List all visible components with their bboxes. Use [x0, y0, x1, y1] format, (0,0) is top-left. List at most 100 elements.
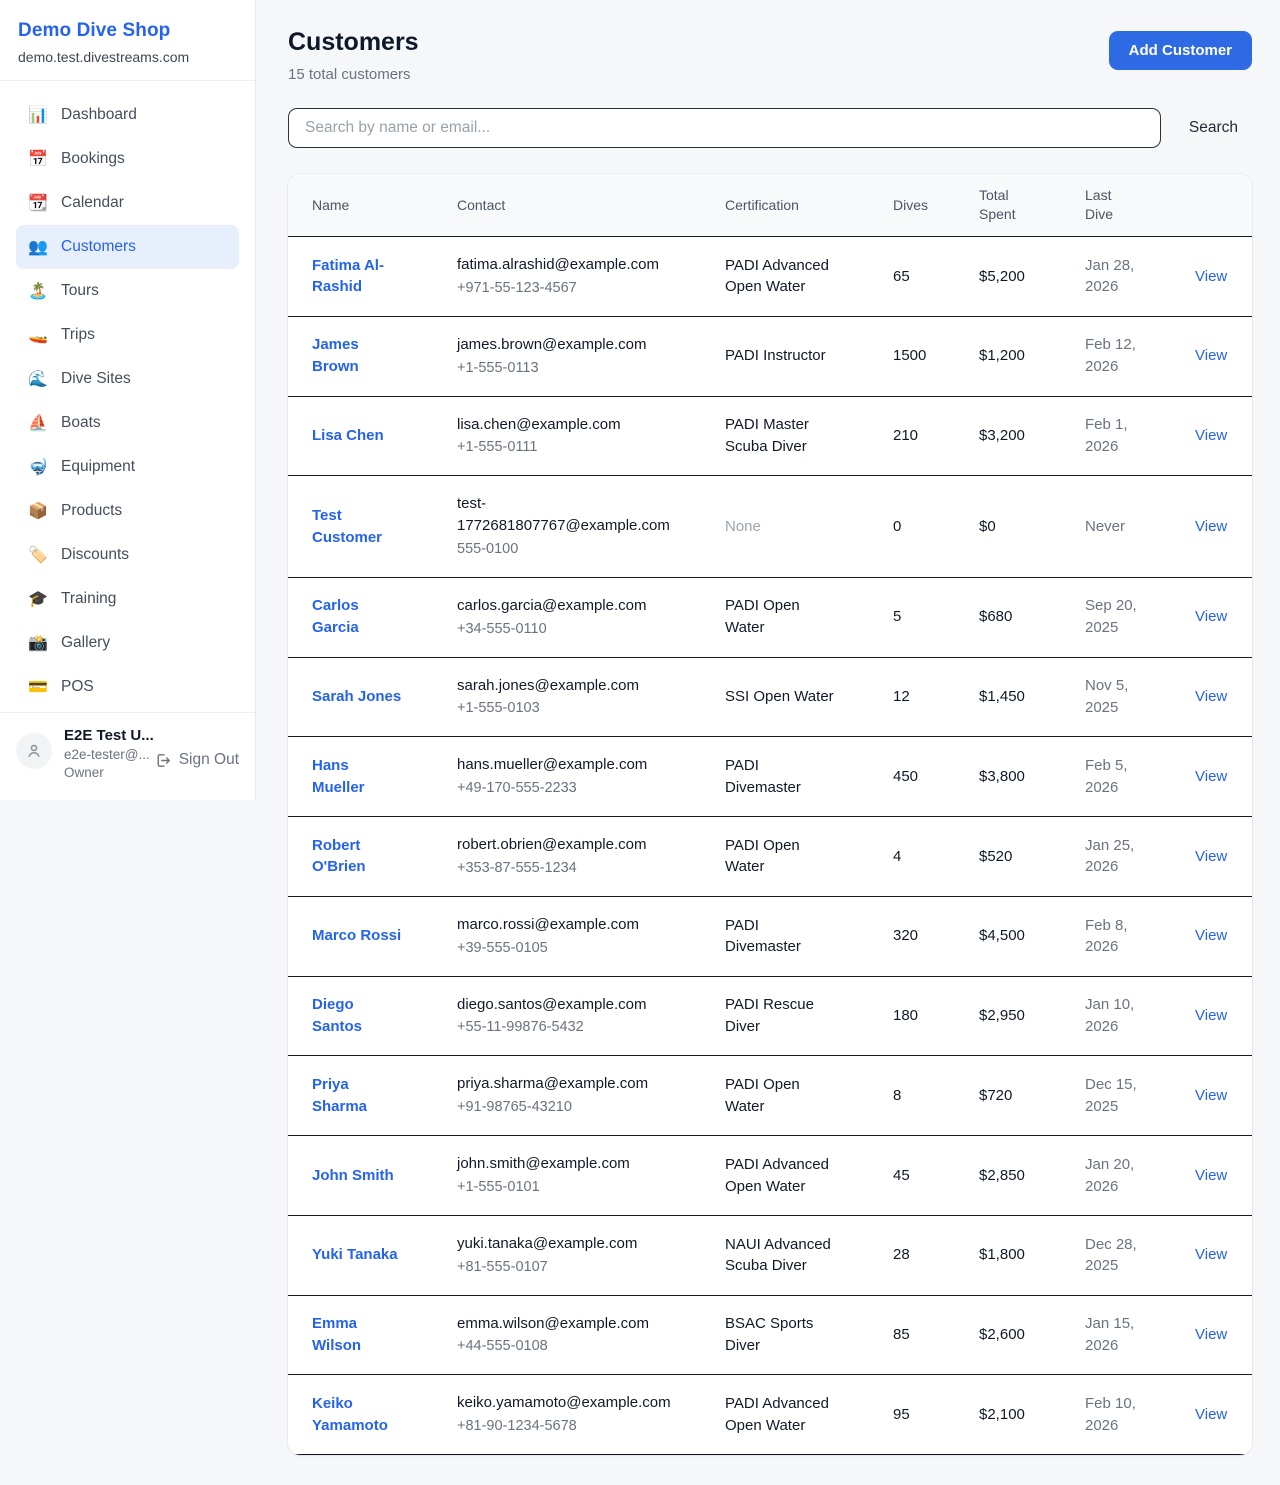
view-link[interactable]: View — [1195, 1167, 1227, 1184]
customer-phone: 555-0100 — [457, 539, 689, 560]
column-header-total-spent: Total Spent — [955, 174, 1061, 237]
customer-name-link[interactable]: Carlos Garcia — [312, 597, 359, 636]
total-spent: $520 — [979, 848, 1012, 865]
certification: SSI Open Water — [725, 688, 834, 705]
view-link[interactable]: View — [1195, 347, 1227, 364]
dashboard-chart-icon: 📊 — [28, 105, 48, 125]
sidebar-item-label: Training — [61, 590, 116, 608]
sidebar-nav-item[interactable]: 👥 Customers — [16, 225, 239, 269]
sidebar-nav-item[interactable]: 📸 Gallery — [16, 621, 239, 665]
sign-out-button[interactable]: Sign Out — [154, 751, 239, 769]
customer-email: yuki.tanaka@example.com — [457, 1233, 689, 1255]
view-link[interactable]: View — [1195, 1087, 1227, 1104]
customer-phone: +353-87-555-1234 — [457, 858, 689, 879]
last-dive-date: Jan 20, 2026 — [1085, 1156, 1134, 1195]
dives-count: 45 — [893, 1167, 910, 1184]
sidebar-nav-item[interactable]: 📅 Bookings — [16, 137, 239, 181]
sidebar-nav-item[interactable]: 📊 Dashboard — [16, 93, 239, 137]
view-link[interactable]: View — [1195, 768, 1227, 785]
last-dive-date: Jan 28, 2026 — [1085, 257, 1134, 296]
last-dive-date: Feb 5, 2026 — [1085, 757, 1128, 796]
dives-count: 320 — [893, 927, 918, 944]
dives-count: 12 — [893, 688, 910, 705]
customer-name-link[interactable]: Robert O'Brien — [312, 837, 366, 876]
customer-phone: +1-555-0101 — [457, 1177, 689, 1198]
shop-name: Demo Dive Shop — [18, 20, 235, 42]
search-button[interactable]: Search — [1175, 111, 1252, 145]
customer-phone: +91-98765-43210 — [457, 1097, 689, 1118]
customers-table: Name Contact Certification Dives Total S… — [288, 174, 1252, 1455]
column-header-dives: Dives — [869, 174, 955, 237]
view-link[interactable]: View — [1195, 1007, 1227, 1024]
view-link[interactable]: View — [1195, 848, 1227, 865]
customer-name-link[interactable]: Yuki Tanaka — [312, 1246, 398, 1263]
customer-name-link[interactable]: Emma Wilson — [312, 1315, 361, 1354]
customer-phone: +55-11-99876-5432 — [457, 1017, 689, 1038]
total-spent: $680 — [979, 608, 1012, 625]
table-body: Fatima Al-Rashid fatima.alrashid@example… — [288, 237, 1252, 1455]
sidebar-item-label: Boats — [61, 414, 101, 432]
sidebar-nav-item[interactable]: 🏝️ Tours — [16, 269, 239, 313]
customer-name-link[interactable]: Lisa Chen — [312, 427, 384, 444]
sidebar-item-label: Trips — [61, 326, 95, 344]
main-content: Customers 15 total customers Add Custome… — [256, 0, 1280, 1455]
customer-name-link[interactable]: Test Customer — [312, 507, 382, 546]
view-link[interactable]: View — [1195, 1326, 1227, 1343]
total-spent: $720 — [979, 1087, 1012, 1104]
view-link[interactable]: View — [1195, 427, 1227, 444]
total-spent: $3,200 — [979, 427, 1025, 444]
customer-phone: +39-555-0105 — [457, 938, 689, 959]
add-customer-button[interactable]: Add Customer — [1109, 31, 1252, 70]
customer-name-link[interactable]: Diego Santos — [312, 996, 362, 1035]
customer-email: sarah.jones@example.com — [457, 675, 689, 697]
table-row: Lisa Chen lisa.chen@example.com +1-555-0… — [288, 396, 1252, 476]
products-package-icon: 📦 — [28, 501, 48, 521]
view-link[interactable]: View — [1195, 688, 1227, 705]
customer-name-link[interactable]: Hans Mueller — [312, 757, 365, 796]
search-input[interactable] — [288, 108, 1161, 148]
customer-name-link[interactable]: James Brown — [312, 336, 359, 375]
sidebar-nav-item[interactable]: 💳 POS — [16, 665, 239, 709]
view-link[interactable]: View — [1195, 927, 1227, 944]
last-dive-date: Feb 8, 2026 — [1085, 917, 1128, 956]
view-link[interactable]: View — [1195, 608, 1227, 625]
customer-name-link[interactable]: Fatima Al-Rashid — [312, 257, 384, 296]
view-link[interactable]: View — [1195, 1246, 1227, 1263]
customer-name-link[interactable]: Keiko Yamamoto — [312, 1395, 388, 1434]
total-spent: $1,200 — [979, 347, 1025, 364]
customer-email: fatima.alrashid@example.com — [457, 254, 689, 276]
column-header-last-dive: Last Dive — [1061, 174, 1171, 237]
certification: BSAC Sports Diver — [725, 1315, 813, 1354]
sidebar-nav-item[interactable]: 📦 Products — [16, 489, 239, 533]
sidebar-nav-item[interactable]: 📆 Calendar — [16, 181, 239, 225]
sidebar-nav-item[interactable]: 🏷️ Discounts — [16, 533, 239, 577]
certification: PADI Advanced Open Water — [725, 257, 829, 296]
shop-domain: demo.test.divestreams.com — [18, 49, 235, 65]
last-dive-date: Feb 12, 2026 — [1085, 336, 1136, 375]
sidebar-nav-item[interactable]: 🎓 Training — [16, 577, 239, 621]
customer-name-link[interactable]: Sarah Jones — [312, 688, 401, 705]
view-link[interactable]: View — [1195, 268, 1227, 285]
person-icon — [25, 742, 43, 760]
table-row: Yuki Tanaka yuki.tanaka@example.com +81-… — [288, 1215, 1252, 1295]
customer-phone: +81-90-1234-5678 — [457, 1416, 689, 1437]
customer-email: hans.mueller@example.com — [457, 754, 689, 776]
dives-count: 4 — [893, 848, 901, 865]
sidebar-nav-item[interactable]: 🚤 Trips — [16, 313, 239, 357]
sidebar-nav-item[interactable]: 🌊 Dive Sites — [16, 357, 239, 401]
sidebar-item-label: Bookings — [61, 150, 125, 168]
certification: PADI Advanced Open Water — [725, 1156, 829, 1195]
page-header: Customers 15 total customers Add Custome… — [288, 28, 1252, 83]
customer-name-link[interactable]: Marco Rossi — [312, 927, 401, 944]
sidebar-nav-item[interactable]: 🤿 Equipment — [16, 445, 239, 489]
view-link[interactable]: View — [1195, 1406, 1227, 1423]
user-role: Owner — [64, 765, 142, 780]
sidebar-item-label: Tours — [61, 282, 99, 300]
sidebar-item-label: Products — [61, 502, 122, 520]
customer-name-link[interactable]: John Smith — [312, 1167, 394, 1184]
view-link[interactable]: View — [1195, 518, 1227, 535]
customer-phone: +971-55-123-4567 — [457, 278, 689, 299]
dives-count: 210 — [893, 427, 918, 444]
customer-name-link[interactable]: Priya Sharma — [312, 1076, 367, 1115]
sidebar-nav-item[interactable]: ⛵ Boats — [16, 401, 239, 445]
